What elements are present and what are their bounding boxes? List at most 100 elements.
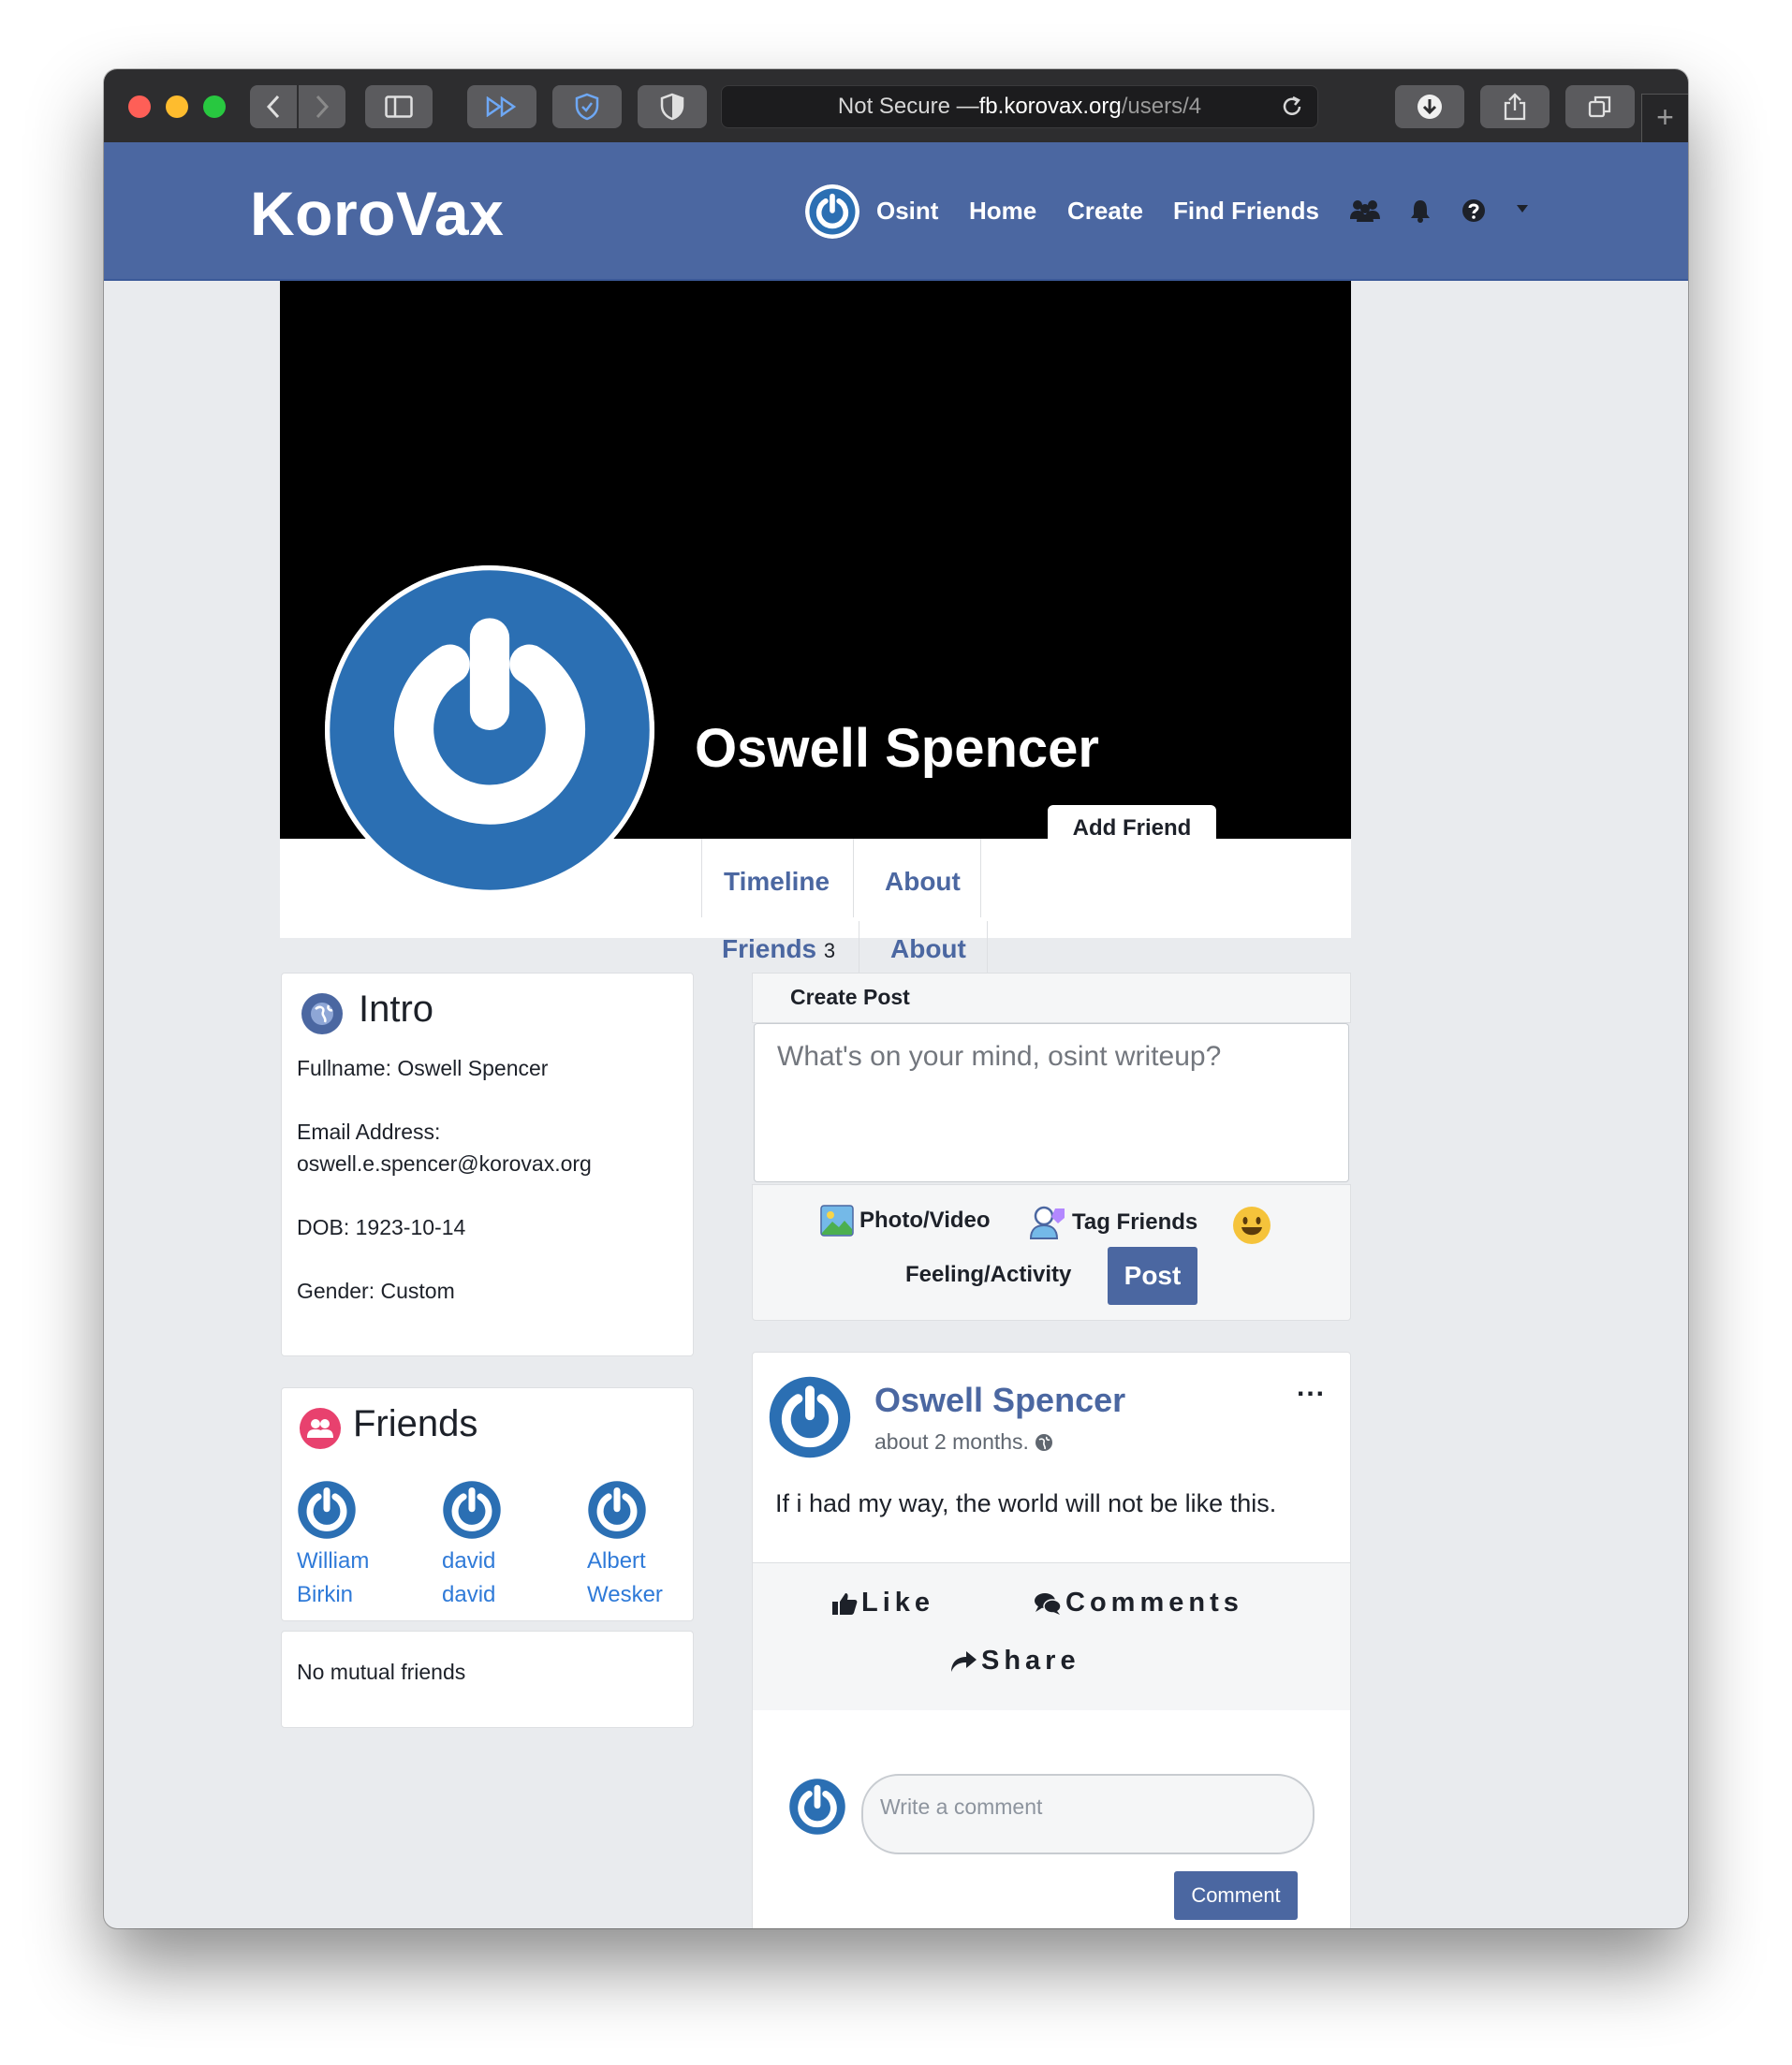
sidebar-icon xyxy=(385,95,413,118)
comments-button[interactable]: Comments xyxy=(1034,1588,1243,1618)
tag-friends-button[interactable]: Tag Friends xyxy=(1029,1205,1197,1240)
chevron-left-icon xyxy=(266,95,280,119)
add-friend-button[interactable]: Add Friend xyxy=(1048,805,1216,846)
minimize-window-button[interactable] xyxy=(166,95,188,118)
back-button[interactable] xyxy=(250,85,297,128)
address-host: fb.korovax.org xyxy=(978,94,1122,119)
friend-last-name[interactable]: david xyxy=(442,1578,545,1612)
tab-friends[interactable]: Friends 3 xyxy=(722,934,835,964)
smiley-emoji-icon[interactable] xyxy=(1232,1206,1271,1245)
new-tab-button[interactable]: + xyxy=(1641,94,1688,142)
post-timestamp: about 2 months. xyxy=(874,1429,1053,1455)
friends-group-icon[interactable] xyxy=(1349,198,1381,223)
post-button[interactable]: Post xyxy=(1108,1247,1197,1305)
tab-timeline[interactable]: Timeline xyxy=(724,867,830,897)
create-post-header: Create Post xyxy=(752,973,1351,1023)
extension-button[interactable] xyxy=(467,85,536,128)
half-shield-icon xyxy=(660,93,684,121)
mutual-friends-card: No mutual friends xyxy=(281,1631,694,1728)
friend-first-name[interactable]: Albert xyxy=(587,1545,690,1578)
comment-user-avatar xyxy=(788,1778,846,1836)
download-icon xyxy=(1417,95,1442,119)
like-button[interactable]: Like xyxy=(831,1588,934,1618)
address-path: /users/4 xyxy=(1121,94,1202,119)
friend-item[interactable]: Albert Wesker xyxy=(587,1480,690,1612)
site-navbar: KoroVax Osint Home Create Find Friends xyxy=(104,142,1688,281)
share-button[interactable] xyxy=(1480,85,1550,128)
friend-first-name[interactable]: david xyxy=(442,1545,545,1578)
tag-friends-icon xyxy=(1029,1206,1065,1239)
like-label: Like xyxy=(861,1588,935,1618)
post-reactions-bar: Like Comments Share xyxy=(753,1562,1350,1710)
share-button[interactable]: Share xyxy=(949,1646,1080,1677)
intro-email: oswell.e.spencer@korovax.org xyxy=(297,1151,592,1176)
nav-user-avatar[interactable] xyxy=(805,184,859,239)
shield-check-icon xyxy=(575,93,599,121)
tab-divider xyxy=(980,839,981,917)
privacy-shield-button[interactable] xyxy=(552,85,622,128)
mutual-friends-text: No mutual friends xyxy=(297,1660,466,1684)
comment-input[interactable]: Write a comment xyxy=(861,1774,1315,1854)
tab-divider xyxy=(853,839,854,917)
post-options-button[interactable]: ... xyxy=(1297,1371,1326,1403)
sidebar-toggle-button[interactable] xyxy=(365,85,433,128)
close-window-button[interactable] xyxy=(128,95,151,118)
intro-email-label: Email Address: xyxy=(297,1120,441,1144)
share-arrow-icon xyxy=(951,1650,977,1672)
not-secure-label: Not Secure — xyxy=(837,94,979,119)
zoom-window-button[interactable] xyxy=(203,95,226,118)
nav-user-link[interactable]: Osint xyxy=(876,197,938,226)
tab-about-secondary[interactable]: About xyxy=(890,934,966,964)
thumbs-up-icon xyxy=(832,1592,858,1615)
friend-last-name[interactable]: Birkin xyxy=(297,1578,400,1612)
intro-fullname: Fullname: Oswell Spencer xyxy=(297,1056,549,1080)
nav-home-link[interactable]: Home xyxy=(969,197,1036,226)
profile-picture[interactable] xyxy=(325,565,654,895)
globe-icon xyxy=(301,993,343,1034)
intro-card: Intro Fullname: Oswell Spencer Email Add… xyxy=(281,973,694,1356)
tabs-icon xyxy=(1588,95,1611,118)
chevron-right-icon xyxy=(316,95,330,119)
post-author-name[interactable]: Oswell Spencer xyxy=(874,1381,1125,1420)
content-blocker-button[interactable] xyxy=(638,85,707,128)
share-label: Share xyxy=(981,1646,1080,1676)
nav-create-link[interactable]: Create xyxy=(1067,197,1143,226)
nav-find-friends-link[interactable]: Find Friends xyxy=(1173,197,1319,226)
post-body: If i had my way, the world will not be l… xyxy=(775,1489,1277,1517)
profile-name: Oswell Spencer xyxy=(695,718,1099,779)
comments-icon xyxy=(1035,1592,1062,1615)
forward-button[interactable] xyxy=(299,85,345,128)
intro-title: Intro xyxy=(359,989,434,1030)
share-icon xyxy=(1504,93,1526,121)
help-icon[interactable] xyxy=(1462,198,1486,223)
post-author-avatar[interactable] xyxy=(768,1375,852,1459)
friends-icon xyxy=(300,1408,341,1449)
friend-item[interactable]: William Birkin xyxy=(297,1480,400,1612)
bell-icon[interactable] xyxy=(1409,198,1432,223)
friend-item[interactable]: david david xyxy=(442,1480,545,1612)
caret-down-icon[interactable] xyxy=(1515,204,1530,213)
friend-avatar[interactable] xyxy=(297,1480,357,1540)
post-textarea[interactable]: What's on your mind, osint writeup? xyxy=(754,1023,1349,1182)
downloads-button[interactable] xyxy=(1395,85,1464,128)
browser-titlebar: Not Secure — fb.korovax.org/users/4 + xyxy=(104,69,1688,142)
address-bar[interactable]: Not Secure — fb.korovax.org/users/4 xyxy=(721,85,1318,128)
tag-friends-label: Tag Friends xyxy=(1072,1209,1198,1235)
photo-video-button[interactable]: Photo/Video xyxy=(820,1205,991,1237)
friend-avatar[interactable] xyxy=(587,1480,647,1540)
comment-button[interactable]: Comment xyxy=(1174,1871,1298,1920)
reload-icon[interactable] xyxy=(1280,95,1304,119)
feed-post: Oswell Spencer about 2 months. ... If i … xyxy=(752,1352,1351,1928)
tab-friends-label: Friends xyxy=(722,934,817,963)
feeling-activity-button[interactable]: Feeling/Activity xyxy=(905,1262,1071,1288)
friend-last-name[interactable]: Wesker xyxy=(587,1578,690,1612)
friend-first-name[interactable]: William xyxy=(297,1545,400,1578)
friends-title: Friends xyxy=(353,1403,478,1444)
comments-label: Comments xyxy=(1065,1588,1243,1618)
site-logo[interactable]: KoroVax xyxy=(250,178,504,249)
tab-overview-button[interactable] xyxy=(1565,85,1635,128)
photo-icon xyxy=(820,1205,854,1237)
tab-about[interactable]: About xyxy=(885,867,961,897)
post-time-text: about 2 months. xyxy=(874,1429,1029,1454)
friend-avatar[interactable] xyxy=(442,1480,502,1540)
